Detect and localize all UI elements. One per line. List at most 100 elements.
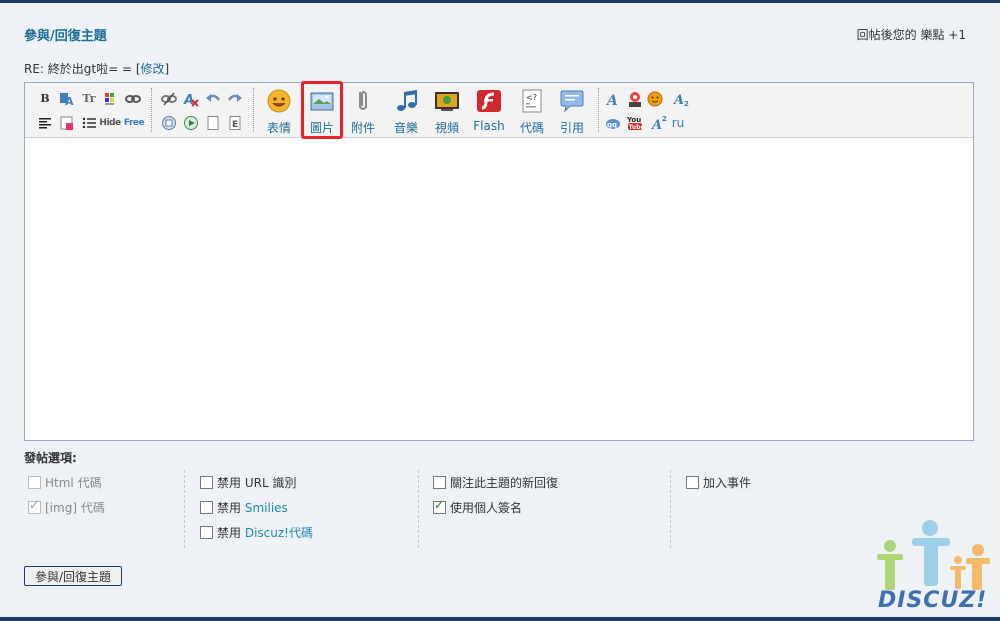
credit-note: 回帖後您的 樂點 +1 [856,28,966,42]
svg-text:2: 2 [662,115,667,123]
page-button[interactable] [205,115,221,131]
smiley-icon [266,89,292,113]
video-label: 視頻 [434,121,459,135]
svg-text:A: A [65,95,74,107]
color-icon [105,93,114,105]
reply-subject: RE: 終於出gt啦= = [修改] [24,60,169,77]
font-button[interactable]: A [59,91,75,108]
attachment-button[interactable]: 附件 [347,89,379,136]
add-event-checkbox[interactable] [686,476,699,489]
image-button-highlight [301,81,343,139]
img-code-option[interactable]: [img] 代碼 [28,498,105,516]
ruby-button[interactable]: ru [669,115,687,131]
hide-button[interactable]: Hide [99,115,121,131]
code-icon: <? [519,89,545,113]
youtube-button[interactable]: You Tube [626,115,645,131]
size-button[interactable]: Tr [81,91,97,107]
editor-toolbar: B A Tr A Hide Free E 表情 圖片 附件 音樂 視頻 Flas… [25,81,973,139]
media-icon [184,116,198,130]
list-button[interactable] [81,115,97,131]
attachment-label: 附件 [350,121,375,135]
svg-text:You: You [627,116,641,124]
music-icon [393,89,419,113]
disable-url-option[interactable]: 禁用 URL 識別 [200,474,296,491]
use-signature-option[interactable]: 使用個人簽名 [433,498,523,516]
free-button[interactable]: Free [123,115,145,131]
music-button[interactable]: 音樂 [390,89,422,136]
message-textarea[interactable] [25,138,973,440]
media-button[interactable] [183,115,199,131]
img-code-checkbox[interactable] [28,498,41,514]
superscript-button[interactable]: A2 [650,115,670,133]
redo-icon [227,94,242,102]
float-button[interactable] [161,115,177,131]
align-button[interactable] [37,115,53,131]
code-button[interactable]: <? 代碼 [516,89,548,136]
use-signature-label: 使用個人簽名 [450,501,523,515]
bold-button[interactable]: B [37,91,53,107]
svg-text:qq: qq [607,121,617,129]
emote-button[interactable] [647,91,663,107]
smiley-label: 表情 [266,121,291,135]
quote-icon [559,89,585,113]
disable-smilies-prefix: 禁用 [217,501,242,515]
quote-button[interactable]: 引用 [556,89,588,136]
disable-discuz-code-option[interactable]: 禁用 Discuz!代碼 [200,524,313,541]
follow-topic-label: 關注此主題的新回復 [450,476,559,490]
svg-text:A: A [650,118,662,131]
discuz-logo-text: DISCUZ! [878,588,988,613]
svg-text:2: 2 [684,100,689,107]
index-icon: E [229,116,241,130]
disable-discuz-code-checkbox[interactable] [200,526,213,539]
color-button[interactable] [103,91,119,107]
undo-button[interactable] [205,91,221,107]
disable-url-label: URL 識別 [244,476,297,490]
align-icon [39,118,51,129]
music-label: 音樂 [393,121,418,135]
follow-topic-checkbox[interactable] [433,476,446,489]
disable-smilies-option[interactable]: 禁用 Smilies [200,499,288,516]
subscript-button[interactable]: A2 [672,91,689,108]
unlink-button[interactable] [161,91,177,107]
top-border [0,0,1000,3]
options-divider [670,470,671,548]
svg-text:A: A [605,93,618,107]
flash-icon [476,89,502,113]
redo-button[interactable] [227,91,243,107]
remove-format-button[interactable]: A [183,91,199,108]
html-code-option[interactable]: Html 代碼 [28,474,102,491]
svg-text:E: E [232,120,238,130]
radio-icon [629,92,641,107]
float-icon [162,116,176,130]
smilies-link[interactable]: Smilies [245,501,288,515]
index-button[interactable]: E [227,115,243,131]
discuz-code-link[interactable]: Discuz!代碼 [245,524,313,541]
disable-url-checkbox[interactable] [200,476,213,489]
use-signature-checkbox[interactable] [433,498,446,514]
font-style-button[interactable]: A [605,91,621,109]
html-code-checkbox[interactable] [28,476,41,489]
options-divider [184,470,185,548]
list-icon [82,117,96,129]
undo-icon [206,94,221,102]
toolbar-separator [253,88,255,132]
table-button[interactable] [59,115,75,131]
add-event-option[interactable]: 加入事件 [686,474,751,491]
edit-subject-link[interactable]: 修改 [141,62,165,76]
follow-topic-option[interactable]: 關注此主題的新回復 [433,474,558,491]
video-button[interactable]: 視頻 [431,89,463,136]
post-options-title: 發帖選項: [24,451,77,465]
add-event-label: 加入事件 [703,476,752,490]
link-button[interactable] [125,91,141,107]
radio-button[interactable] [627,91,643,107]
youtube-icon: YouTube [626,116,645,131]
qq-icon: qq [606,119,620,129]
smiley-button[interactable]: 表情 [263,89,295,136]
flash-button[interactable]: Flash [471,89,507,133]
link-icon [125,95,141,103]
submit-reply-button[interactable]: 參與/回復主題 [24,566,122,586]
disable-smilies-checkbox[interactable] [200,501,213,514]
emote-icon [647,91,663,107]
unlink-icon [161,92,177,106]
qq-button[interactable]: qq [605,115,621,131]
